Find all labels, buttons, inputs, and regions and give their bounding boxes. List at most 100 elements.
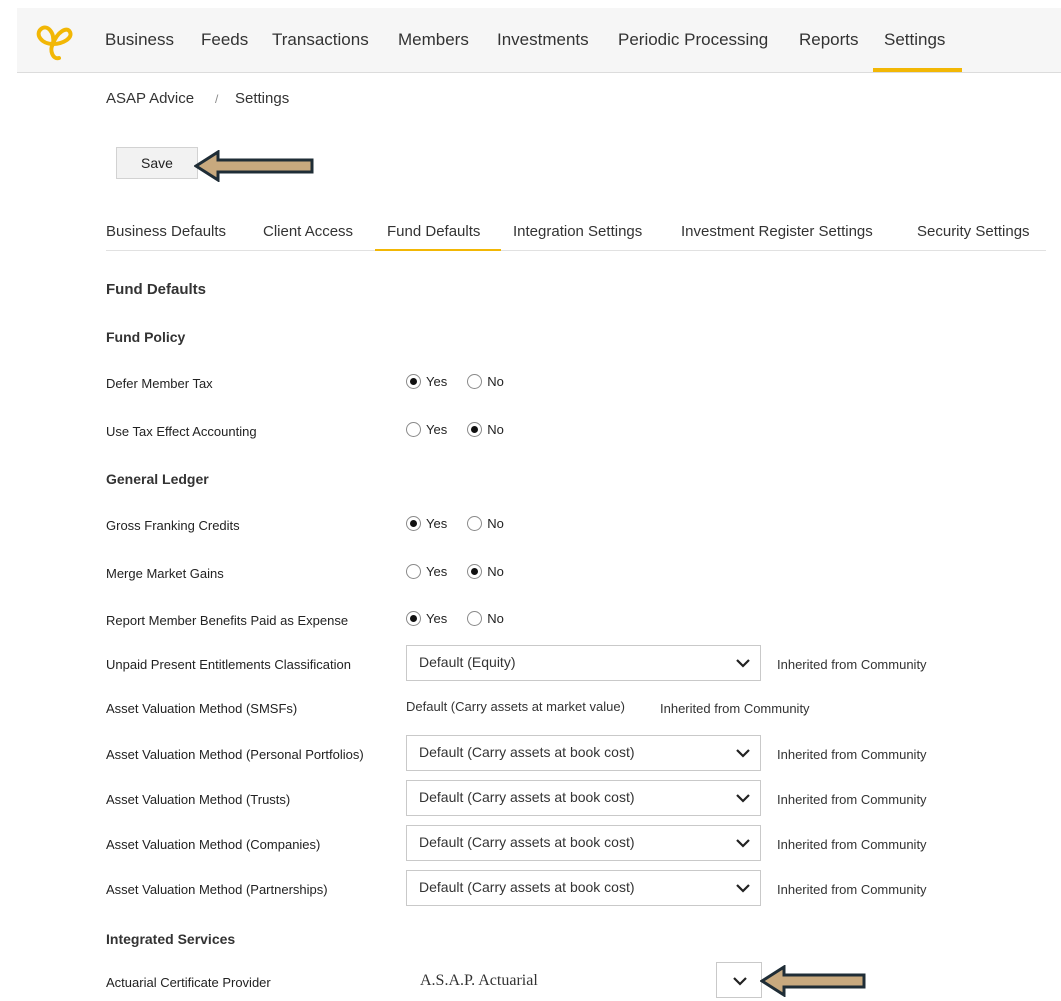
- tab-active-indicator: [375, 249, 501, 251]
- asset-valuation-trusts-label: Asset Valuation Method (Trusts): [106, 792, 291, 807]
- inherited-note: Inherited from Community: [777, 792, 927, 807]
- radio-label-yes: Yes: [426, 564, 448, 579]
- radio-label-no: No: [487, 516, 504, 531]
- unpaid-present-entitlements-select[interactable]: Default (Equity): [406, 645, 761, 681]
- tab-client-access[interactable]: Client Access: [263, 223, 353, 240]
- inherited-note: Inherited from Community: [777, 837, 927, 852]
- gross-franking-credits-label: Gross Franking Credits: [106, 518, 240, 533]
- select-value: Default (Carry assets at book cost): [419, 789, 635, 805]
- radio-label-no: No: [487, 564, 504, 579]
- use-tax-effect-accounting-radio-group: Yes No: [406, 422, 504, 437]
- brand-logo-icon[interactable]: [31, 20, 75, 64]
- radio-checked-icon: [467, 564, 483, 579]
- asset-valuation-partnerships-select[interactable]: Default (Carry assets at book cost): [406, 870, 761, 906]
- gross-franking-credits-yes[interactable]: Yes: [406, 516, 447, 531]
- chevron-down-icon: [736, 839, 750, 848]
- top-nav-bar: Business Feeds Transactions Members Inve…: [17, 8, 1061, 73]
- inherited-note: Inherited from Community: [777, 882, 927, 897]
- radio-unchecked-icon: [406, 564, 421, 579]
- gross-franking-credits-no[interactable]: No: [467, 516, 504, 531]
- merge-market-gains-no[interactable]: No: [467, 564, 504, 579]
- nav-active-indicator: [873, 68, 962, 72]
- chevron-down-icon: [736, 659, 750, 668]
- use-tax-effect-accounting-label: Use Tax Effect Accounting: [106, 424, 257, 439]
- chevron-down-icon: [736, 749, 750, 758]
- use-tax-effect-accounting-yes[interactable]: Yes: [406, 422, 447, 437]
- select-value: Default (Carry assets at book cost): [419, 834, 635, 850]
- select-value: Default (Equity): [419, 654, 516, 670]
- asset-valuation-smsf-value: Default (Carry assets at market value): [406, 699, 625, 714]
- tab-investment-register-settings[interactable]: Investment Register Settings: [681, 223, 873, 240]
- asset-valuation-personal-select[interactable]: Default (Carry assets at book cost): [406, 735, 761, 771]
- chevron-down-icon: [736, 794, 750, 803]
- asset-valuation-companies-select[interactable]: Default (Carry assets at book cost): [406, 825, 761, 861]
- nav-business[interactable]: Business: [105, 30, 174, 50]
- asset-valuation-smsf-label: Asset Valuation Method (SMSFs): [106, 701, 298, 716]
- asset-valuation-trusts-select[interactable]: Default (Carry assets at book cost): [406, 780, 761, 816]
- radio-label-yes: Yes: [426, 422, 448, 437]
- tab-fund-defaults[interactable]: Fund Defaults: [387, 223, 480, 240]
- nav-transactions[interactable]: Transactions: [272, 30, 369, 50]
- radio-label-yes: Yes: [426, 516, 448, 531]
- asset-valuation-personal-label: Asset Valuation Method (Personal Portfol…: [106, 747, 364, 762]
- defer-member-tax-label: Defer Member Tax: [106, 376, 213, 391]
- nav-settings[interactable]: Settings: [884, 30, 945, 50]
- nav-periodic-processing[interactable]: Periodic Processing: [618, 30, 768, 50]
- defer-member-tax-yes[interactable]: Yes: [406, 374, 447, 389]
- left-arrow-icon: [194, 150, 314, 182]
- nav-investments[interactable]: Investments: [497, 30, 589, 50]
- radio-unchecked-icon: [467, 374, 483, 389]
- tab-integration-settings[interactable]: Integration Settings: [513, 223, 642, 240]
- asset-valuation-partnerships-label: Asset Valuation Method (Partnerships): [106, 882, 328, 897]
- radio-label-no: No: [487, 611, 504, 626]
- breadcrumb-parent[interactable]: ASAP Advice: [106, 90, 194, 107]
- tabs-divider: [106, 250, 1046, 251]
- merge-market-gains-label: Merge Market Gains: [106, 566, 224, 581]
- inherited-note: Inherited from Community: [777, 747, 927, 762]
- defer-member-tax-radio-group: Yes No: [406, 374, 504, 389]
- radio-checked-icon: [406, 516, 421, 531]
- breadcrumb-current: Settings: [235, 90, 290, 107]
- actuarial-certificate-provider-label: Actuarial Certificate Provider: [106, 975, 271, 990]
- radio-unchecked-icon: [467, 516, 483, 531]
- radio-unchecked-icon: [467, 611, 483, 626]
- radio-label-no: No: [487, 422, 504, 437]
- radio-unchecked-icon: [406, 422, 421, 437]
- radio-checked-icon: [467, 422, 483, 437]
- report-member-benefits-no[interactable]: No: [467, 611, 504, 626]
- radio-checked-icon: [406, 611, 421, 626]
- defer-member-tax-no[interactable]: No: [467, 374, 504, 389]
- inherited-note: Inherited from Community: [777, 657, 927, 672]
- use-tax-effect-accounting-no[interactable]: No: [467, 422, 504, 437]
- report-member-benefits-yes[interactable]: Yes: [406, 611, 447, 626]
- save-button[interactable]: Save: [116, 147, 198, 179]
- tab-business-defaults[interactable]: Business Defaults: [106, 223, 226, 240]
- chevron-down-icon: [736, 884, 750, 893]
- page-title: Fund Defaults: [106, 281, 206, 298]
- select-value: Default (Carry assets at book cost): [419, 879, 635, 895]
- integrated-services-heading: Integrated Services: [106, 931, 236, 947]
- actuarial-certificate-provider-dropdown[interactable]: [716, 962, 762, 998]
- gross-franking-credits-radio-group: Yes No: [406, 516, 504, 531]
- tab-security-settings[interactable]: Security Settings: [917, 223, 1030, 240]
- select-value: Default (Carry assets at book cost): [419, 744, 635, 760]
- fund-policy-heading: Fund Policy: [106, 329, 186, 345]
- radio-label-no: No: [487, 374, 504, 389]
- inherited-note: Inherited from Community: [660, 701, 810, 716]
- nav-reports[interactable]: Reports: [799, 30, 859, 50]
- left-arrow-icon: [760, 965, 866, 997]
- merge-market-gains-yes[interactable]: Yes: [406, 564, 447, 579]
- chevron-down-icon: [733, 977, 747, 986]
- unpaid-present-entitlements-label: Unpaid Present Entitlements Classificati…: [106, 657, 351, 672]
- radio-checked-icon: [406, 374, 421, 389]
- actuarial-certificate-provider-value: A.S.A.P. Actuarial: [420, 972, 538, 989]
- nav-feeds[interactable]: Feeds: [201, 30, 248, 50]
- general-ledger-heading: General Ledger: [106, 471, 209, 487]
- report-member-benefits-radio-group: Yes No: [406, 611, 504, 626]
- report-member-benefits-label: Report Member Benefits Paid as Expense: [106, 613, 349, 628]
- breadcrumb-separator: /: [215, 92, 219, 106]
- asset-valuation-companies-label: Asset Valuation Method (Companies): [106, 837, 321, 852]
- nav-members[interactable]: Members: [398, 30, 469, 50]
- merge-market-gains-radio-group: Yes No: [406, 564, 504, 579]
- radio-label-yes: Yes: [426, 611, 448, 626]
